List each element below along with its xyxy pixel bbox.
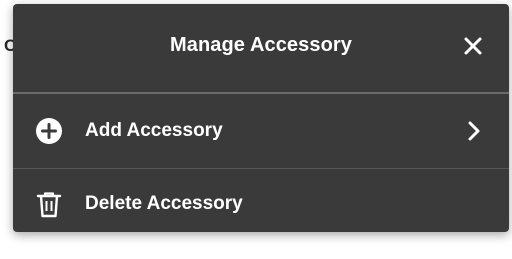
manage-accessory-dialog: Manage Accessory Add Accessory Delete Ac… [13,4,509,232]
delete-accessory-item[interactable]: Delete Accessory [13,169,509,231]
trash-icon [35,191,63,219]
dialog-header: Manage Accessory [13,4,509,92]
plus-circle-icon [35,117,63,145]
add-accessory-label: Add Accessory [85,120,223,141]
close-button[interactable] [459,32,487,60]
delete-accessory-label: Delete Accessory [85,193,243,214]
close-icon [464,37,482,55]
page: C Manage Accessory Add Accessory Delete … [0,0,512,259]
chevron-right-icon [465,120,483,142]
dialog-title: Manage Accessory [169,34,353,56]
add-accessory-item[interactable]: Add Accessory [13,94,509,168]
